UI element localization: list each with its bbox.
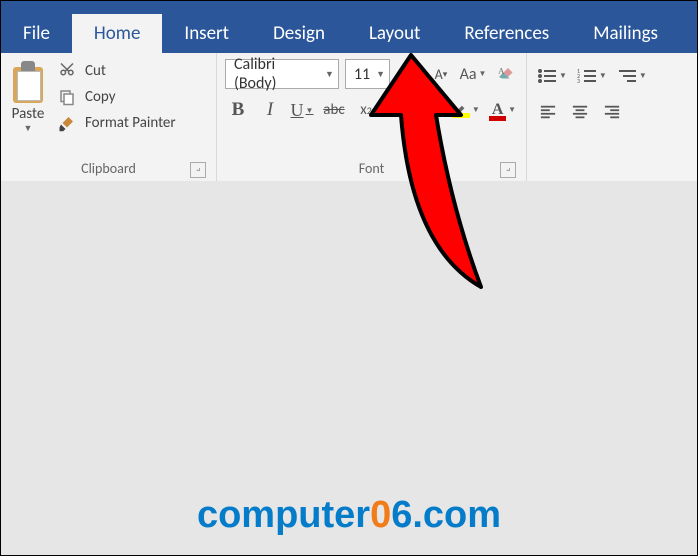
group-paragraph: ▼ 1 2 3 ▼ ▼ bbox=[527, 53, 697, 181]
change-case-button[interactable]: Aa▼ bbox=[460, 61, 486, 87]
format-painter-label: Format Painter bbox=[85, 114, 176, 132]
group-font: Calibri (Body) ▼ 11 ▼ A▴ A▾ Aa▼ A B bbox=[217, 53, 527, 181]
subscript-button[interactable]: x2 bbox=[353, 97, 379, 123]
copy-button[interactable]: Copy bbox=[57, 87, 176, 107]
cut-button[interactable]: Cut bbox=[57, 61, 176, 81]
clipboard-dialog-launcher[interactable]: ⟓ bbox=[190, 162, 206, 178]
align-center-button[interactable] bbox=[567, 99, 593, 125]
tab-insert[interactable]: Insert bbox=[162, 14, 251, 53]
tab-design[interactable]: Design bbox=[251, 14, 347, 53]
watermark-part1: computer bbox=[197, 494, 370, 536]
highlight-color-button[interactable]: ▼ bbox=[450, 97, 481, 123]
svg-text:3: 3 bbox=[577, 77, 580, 85]
align-right-button[interactable] bbox=[599, 99, 625, 125]
font-name-combo[interactable]: Calibri (Body) ▼ bbox=[225, 59, 339, 89]
superscript-button[interactable]: x2 bbox=[385, 97, 411, 123]
paste-dropdown-icon[interactable]: ▼ bbox=[11, 123, 45, 134]
tab-layout[interactable]: Layout bbox=[347, 14, 442, 53]
align-center-icon bbox=[570, 104, 590, 120]
tab-references[interactable]: References bbox=[442, 14, 571, 53]
text-effects-button[interactable]: A▼ bbox=[417, 97, 444, 123]
group-clipboard: Paste ▼ Cut Copy bbox=[1, 53, 217, 181]
app-window: File Home Insert Design Layout Reference… bbox=[0, 0, 698, 556]
grow-font-button[interactable]: A▴ bbox=[396, 61, 422, 87]
watermark-part2: 6.com bbox=[391, 494, 501, 536]
watermark-link[interactable]: computer06.com bbox=[197, 494, 501, 537]
title-bar bbox=[1, 1, 697, 11]
copy-label: Copy bbox=[85, 88, 116, 106]
font-size-combo[interactable]: 11 ▼ bbox=[345, 59, 390, 89]
numbering-icon: 1 2 3 bbox=[577, 67, 597, 85]
ribbon: Paste ▼ Cut Copy bbox=[1, 53, 697, 182]
font-name-value: Calibri (Body) bbox=[234, 55, 319, 93]
tab-file[interactable]: File bbox=[1, 14, 72, 53]
highlight-icon bbox=[452, 102, 470, 118]
tab-home[interactable]: Home bbox=[72, 14, 163, 53]
bullets-icon bbox=[537, 67, 557, 85]
align-right-icon bbox=[602, 104, 622, 120]
paste-label: Paste bbox=[11, 105, 45, 123]
chevron-down-icon: ▼ bbox=[376, 69, 385, 80]
paste-button[interactable]: Paste ▼ bbox=[9, 59, 51, 159]
copy-icon bbox=[57, 87, 77, 107]
font-color-button[interactable]: A▼ bbox=[487, 97, 518, 123]
align-left-button[interactable] bbox=[535, 99, 561, 125]
bullets-button[interactable]: ▼ bbox=[535, 63, 569, 89]
group-clipboard-label: Clipboard bbox=[81, 160, 136, 177]
chevron-down-icon: ▼ bbox=[325, 69, 334, 80]
italic-button[interactable]: I bbox=[257, 97, 283, 123]
underline-button[interactable]: U▼ bbox=[289, 97, 315, 123]
align-left-icon bbox=[538, 104, 558, 120]
paste-icon bbox=[11, 61, 45, 103]
font-color-icon: A bbox=[489, 101, 506, 119]
strikethrough-button[interactable]: abc bbox=[321, 97, 347, 123]
numbering-button[interactable]: 1 2 3 ▼ bbox=[575, 63, 609, 89]
cut-label: Cut bbox=[85, 62, 106, 80]
shrink-font-button[interactable]: A▾ bbox=[428, 61, 454, 87]
font-size-value: 11 bbox=[354, 65, 370, 84]
multilevel-icon bbox=[617, 67, 637, 85]
format-painter-button[interactable]: Format Painter bbox=[57, 113, 176, 133]
tab-mailings[interactable]: Mailings bbox=[571, 14, 680, 53]
group-font-label: Font bbox=[359, 160, 385, 177]
bold-button[interactable]: B bbox=[225, 97, 251, 123]
ribbon-tabs: File Home Insert Design Layout Reference… bbox=[1, 11, 697, 53]
multilevel-list-button[interactable]: ▼ bbox=[615, 63, 649, 89]
svg-text:A: A bbox=[498, 66, 504, 75]
scissors-icon bbox=[57, 61, 77, 81]
font-dialog-launcher[interactable]: ⟓ bbox=[500, 162, 516, 178]
clear-formatting-button[interactable]: A bbox=[492, 61, 518, 87]
watermark-zero: 0 bbox=[370, 494, 391, 536]
paintbrush-icon bbox=[57, 113, 77, 133]
